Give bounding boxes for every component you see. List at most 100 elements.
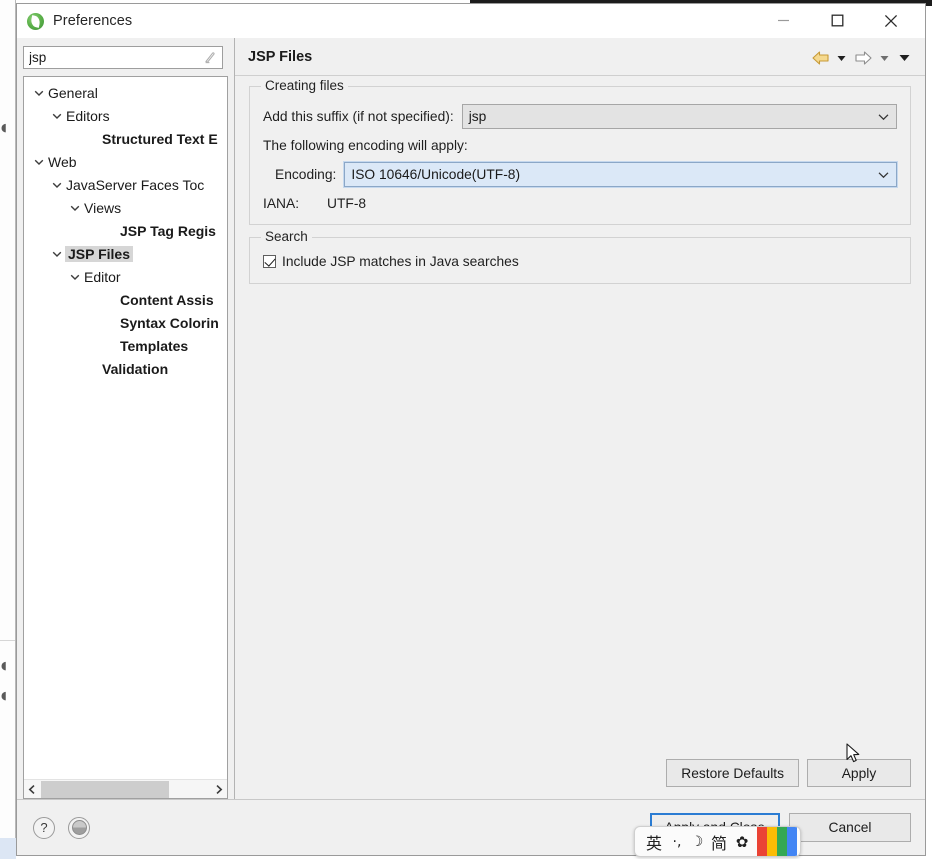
include-jsp-matches-label: Include JSP matches in Java searches [282, 254, 519, 269]
tree-item-label: Syntax Colorin [120, 314, 219, 331]
tree-item-label: Editor [84, 268, 121, 285]
page-navigation-toolbar [807, 48, 915, 68]
preferences-dialog: Preferences jsp General Editors Structur… [16, 3, 926, 856]
forward-menu-caret-down-icon[interactable] [876, 48, 893, 68]
tree-item-content-assis[interactable]: Content Assis [24, 288, 227, 311]
encoding-row: Encoding: ISO 10646/Unicode(UTF-8) [263, 161, 898, 188]
tree-item-general[interactable]: General [24, 81, 227, 104]
background-taskbar-sliver [0, 838, 16, 859]
dialog-titlebar: Preferences [17, 4, 925, 38]
minimize-icon[interactable] [760, 4, 806, 37]
preferences-tree-container: General Editors Structured Text E Web JavaSe… [23, 76, 228, 799]
preference-page-pane: JSP Files Creating files Add this suffix… [234, 38, 925, 799]
chevron-down-icon[interactable] [878, 113, 889, 121]
suffix-value: jsp [468, 109, 487, 124]
chevron-down-icon[interactable] [48, 111, 65, 121]
tree-item-label: Templates [120, 337, 189, 354]
suffix-label: Add this suffix (if not specified): [263, 109, 454, 124]
search-legend: Search [261, 229, 312, 244]
tree-item-web[interactable]: Web [24, 150, 227, 173]
tree-item-templates[interactable]: Templates [24, 334, 227, 357]
ime-script-button[interactable]: 简 [707, 830, 731, 854]
chevron-down-icon[interactable] [48, 180, 65, 190]
chevron-down-icon[interactable] [66, 203, 83, 213]
forward-arrow-icon[interactable] [850, 48, 876, 68]
import-export-icon[interactable] [68, 816, 90, 839]
restore-defaults-button[interactable]: Restore Defaults [666, 759, 799, 787]
page-content: Creating files Add this suffix (if not s… [235, 76, 925, 759]
chevron-down-icon[interactable] [66, 272, 83, 282]
page-action-buttons: Restore Defaults Apply [235, 759, 925, 799]
tree-item-javaserver-faces-toc[interactable]: JavaServer Faces Toc [24, 173, 227, 196]
encoding-value: ISO 10646/Unicode(UTF-8) [351, 167, 521, 182]
tree-item-label: Structured Text E [102, 130, 218, 147]
iana-value: UTF-8 [327, 196, 367, 211]
page-title: JSP Files [248, 49, 313, 65]
encoding-label: Encoding: [275, 167, 337, 182]
tree-item-label: Validation [102, 360, 169, 377]
tree-item-editor[interactable]: Editor [24, 265, 227, 288]
include-jsp-matches-checkbox[interactable] [263, 255, 276, 268]
tree-item-editors[interactable]: Editors [24, 104, 227, 127]
tree-item-label: General [48, 84, 98, 101]
tree-horizontal-scrollbar[interactable] [24, 779, 227, 798]
search-input[interactable] [24, 47, 222, 68]
tree-item-jsp-files[interactable]: JSP Files [24, 242, 227, 265]
ime-punctuation-button[interactable]: ·, [667, 834, 687, 850]
tree-item-label: JSP Tag Regis [120, 222, 216, 239]
scrollbar-thumb[interactable] [41, 780, 169, 798]
background-glyph-one: ◖ [1, 121, 7, 134]
tree-item-validation[interactable]: Validation [24, 357, 227, 380]
chevron-left-icon[interactable] [24, 781, 41, 798]
chevron-down-icon[interactable] [48, 249, 65, 259]
cancel-button[interactable]: Cancel [789, 813, 911, 842]
page-menu-caret-down-icon[interactable] [893, 48, 915, 68]
scrollbar-track[interactable] [41, 780, 210, 798]
gear-icon[interactable]: ✿ [731, 833, 753, 851]
tree-item-syntax-colorin[interactable]: Syntax Colorin [24, 311, 227, 334]
creating-files-legend: Creating files [261, 78, 348, 93]
ime-logo-bar-3 [787, 827, 797, 856]
search-group: Search Include JSP matches in Java searc… [249, 229, 911, 284]
chevron-right-icon[interactable] [210, 781, 227, 798]
encoding-note: The following encoding will apply: [263, 138, 468, 153]
tree-item-label: JSP Files [65, 245, 134, 262]
dialog-title: Preferences [53, 13, 133, 29]
preferences-tree[interactable]: General Editors Structured Text E Web JavaSe… [24, 77, 227, 779]
tree-item-label: Editors [66, 107, 110, 124]
preferences-navigation-pane: General Editors Structured Text E Web JavaSe… [17, 38, 228, 799]
background-window-divider [0, 640, 15, 641]
help-icon[interactable]: ? [33, 816, 55, 839]
close-icon[interactable] [868, 4, 914, 37]
ime-logo-icon[interactable] [757, 827, 797, 856]
tree-item-structured-text-e[interactable]: Structured Text E [24, 127, 227, 150]
ime-moon-icon[interactable]: ☽ [687, 834, 707, 850]
page-header: JSP Files [235, 38, 925, 76]
suffix-combobox[interactable]: jsp [461, 104, 897, 129]
iana-label: IANA: [263, 196, 300, 211]
tree-item-label: JavaServer Faces Toc [66, 176, 205, 193]
filter-box[interactable] [23, 46, 223, 69]
chevron-down-icon[interactable] [878, 171, 889, 179]
filter-row [23, 46, 228, 69]
tree-item-label: Web [48, 153, 77, 170]
ime-toolbar[interactable]: 英 ·, ☽ 简 ✿ [634, 826, 801, 857]
ime-language-button[interactable]: 英 [641, 830, 667, 854]
include-jsp-matches-row[interactable]: Include JSP matches in Java searches [263, 254, 897, 269]
background-window-right-edge [926, 6, 932, 859]
apply-button[interactable]: Apply [807, 759, 911, 787]
maximize-icon[interactable] [814, 4, 860, 37]
encoding-combobox[interactable]: ISO 10646/Unicode(UTF-8) [343, 161, 898, 188]
chevron-down-icon[interactable] [30, 88, 47, 98]
clear-filter-icon[interactable] [203, 50, 218, 65]
dialog-body: General Editors Structured Text E Web JavaSe… [17, 38, 925, 799]
back-menu-caret-down-icon[interactable] [833, 48, 850, 68]
tree-item-views[interactable]: Views [24, 196, 227, 219]
back-arrow-icon[interactable] [807, 48, 833, 68]
tree-item-jsp-tag-regis[interactable]: JSP Tag Regis [24, 219, 227, 242]
tree-item-label: Content Assis [120, 291, 214, 308]
iana-row: IANA: UTF-8 [263, 196, 897, 211]
tree-item-label: Views [84, 199, 122, 216]
eclipse-logo-icon [27, 12, 44, 30]
chevron-down-icon[interactable] [30, 157, 47, 167]
